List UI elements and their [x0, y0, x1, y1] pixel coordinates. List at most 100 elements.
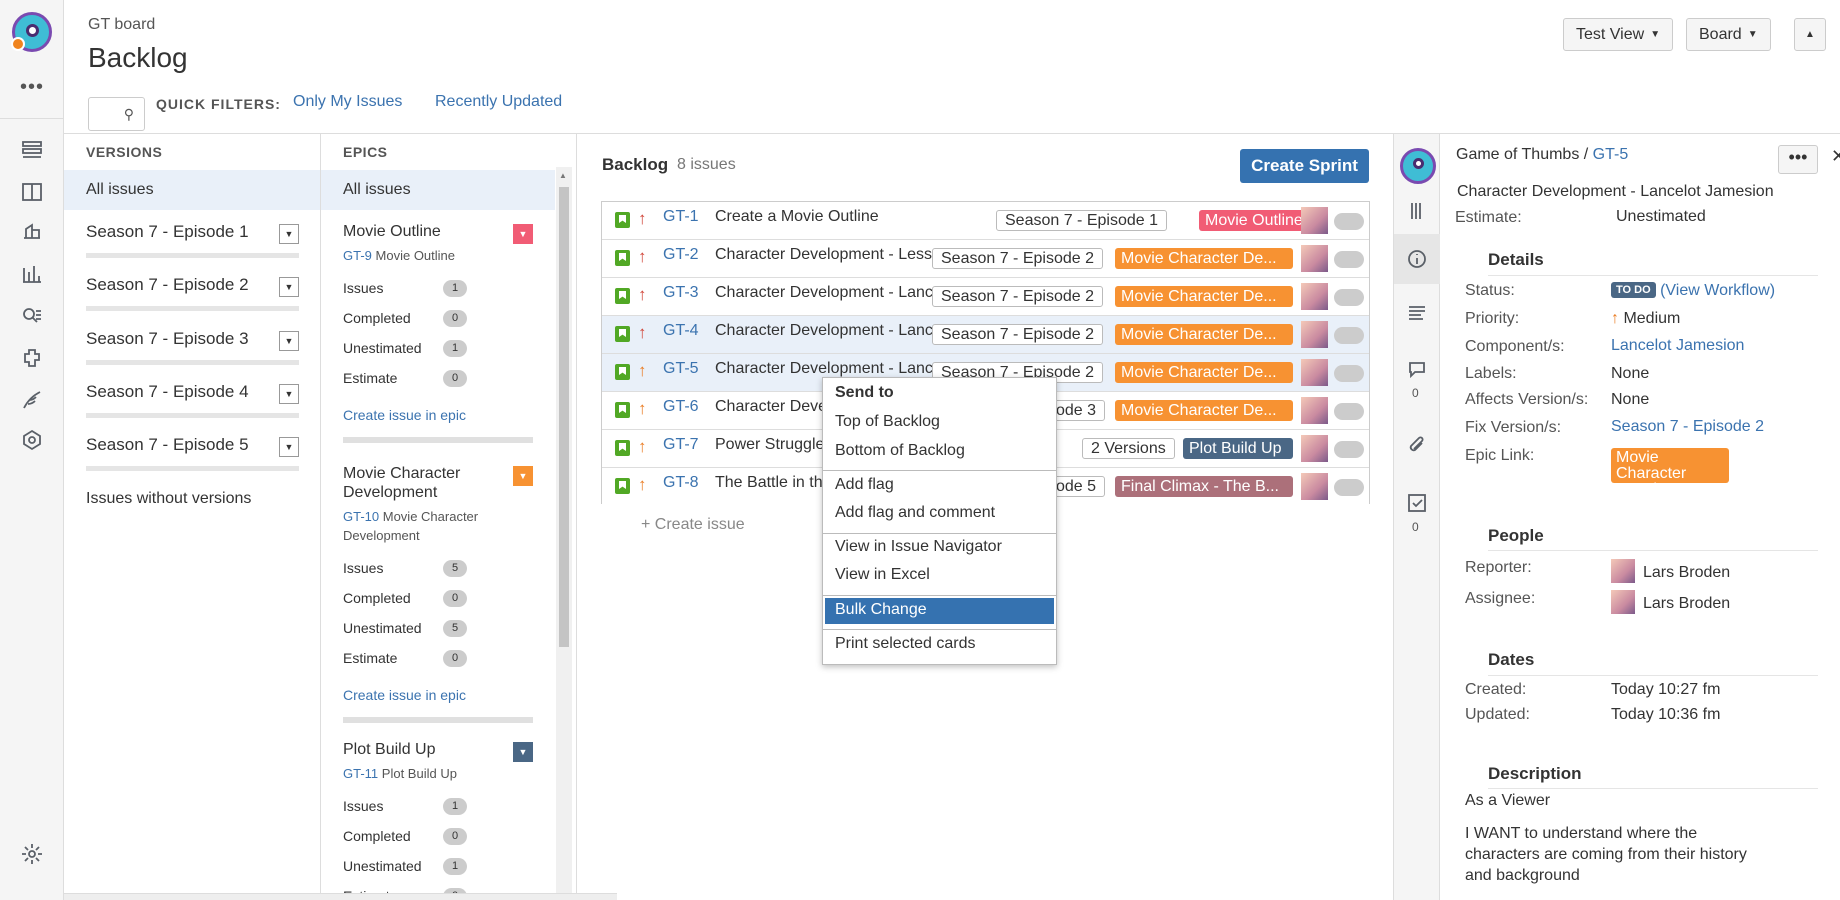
assignee-value[interactable]: Lars Broden	[1611, 590, 1730, 614]
gear-icon[interactable]	[18, 840, 46, 868]
view-switcher-button[interactable]: Test View ▼	[1563, 18, 1674, 51]
epics-all-issues[interactable]: All issues	[321, 170, 555, 210]
estimate-toggle[interactable]	[1334, 251, 1364, 268]
issue-key[interactable]: GT-7	[663, 436, 699, 454]
chevron-down-icon[interactable]: ▼	[279, 331, 299, 351]
epic-item[interactable]: Movie Outline ▼ GT-9 Movie Outline Issue…	[343, 222, 533, 443]
create-issue-link[interactable]: + Create issue	[641, 516, 745, 534]
components-value[interactable]: Lancelot Jamesion	[1611, 337, 1744, 355]
issue-key[interactable]: GT-5	[663, 360, 699, 378]
add-ons-icon[interactable]	[18, 386, 46, 414]
estimate-toggle[interactable]	[1334, 213, 1364, 230]
reporter-value[interactable]: Lars Broden	[1611, 559, 1730, 583]
menu-item-print-selected-cards[interactable]: Print selected cards	[825, 632, 1054, 658]
collapse-header-button[interactable]: ▲	[1794, 18, 1826, 51]
breadcrumb-project[interactable]: Game of Thumbs /	[1456, 146, 1588, 163]
estimate-toggle[interactable]	[1334, 365, 1364, 382]
subtasks-icon[interactable]	[1406, 492, 1428, 514]
attachment-icon[interactable]	[1406, 434, 1428, 456]
create-sprint-button[interactable]: Create Sprint	[1240, 149, 1369, 183]
horizontal-scrollbar[interactable]	[64, 893, 617, 900]
menu-item-add-flag-and-comment[interactable]: Add flag and comment	[825, 501, 1054, 527]
versions-all-issues[interactable]: All issues	[64, 170, 320, 210]
status-badge[interactable]: TO DO	[1611, 282, 1656, 298]
backlog-icon[interactable]	[18, 136, 46, 164]
estimate-value[interactable]: Unestimated	[1616, 208, 1706, 226]
view-workflow-link[interactable]: (View Workflow)	[1660, 282, 1775, 299]
project-settings-icon[interactable]	[18, 426, 46, 454]
estimate-toggle[interactable]	[1334, 403, 1364, 420]
chevron-down-icon[interactable]: ▼	[513, 742, 533, 762]
estimate-toggle[interactable]	[1334, 441, 1364, 458]
info-icon[interactable]	[1406, 248, 1428, 270]
comment-icon[interactable]	[1406, 358, 1428, 380]
affects-versions-value[interactable]: None	[1611, 391, 1649, 409]
issue-key[interactable]: GT-8	[663, 474, 699, 492]
issue-key[interactable]: GT-2	[663, 246, 699, 264]
epic-key-link[interactable]: GT-11	[343, 766, 378, 781]
issues-without-versions[interactable]: Issues without versions	[86, 490, 251, 508]
version-item[interactable]: Season 7 - Episode 2 ▼	[86, 275, 299, 327]
chevron-down-icon[interactable]: ▼	[279, 384, 299, 404]
issue-key[interactable]: GT-6	[663, 398, 699, 416]
scrollbar-thumb[interactable]	[559, 187, 569, 647]
updated-value: Today 10:36 fm	[1611, 706, 1721, 723]
breadcrumb-issue-key[interactable]: GT-5	[1593, 146, 1629, 163]
close-icon[interactable]: ✕	[1831, 146, 1840, 167]
epic-item[interactable]: Plot Build Up ▼ GT-11 Plot Build Up Issu…	[343, 740, 533, 900]
version-item[interactable]: Season 7 - Episode 4 ▼	[86, 382, 299, 434]
issue-key[interactable]: GT-1	[663, 208, 699, 226]
estimate-toggle[interactable]	[1334, 289, 1364, 306]
version-item[interactable]: Season 7 - Episode 5 ▼	[86, 435, 299, 487]
more-icon[interactable]: •••	[20, 76, 44, 99]
version-item[interactable]: Season 7 - Episode 3 ▼	[86, 329, 299, 381]
board-menu-button[interactable]: Board ▼	[1686, 18, 1771, 51]
menu-item-bulk-change[interactable]: Bulk Change	[825, 598, 1054, 624]
chevron-down-icon[interactable]: ▼	[279, 224, 299, 244]
issue-row[interactable]: ↑ GT-1 Create a Movie Outline Season 7 -…	[602, 202, 1369, 240]
epics-scrollbar[interactable]: ▲	[556, 167, 572, 900]
issue-key[interactable]: GT-4	[663, 322, 699, 340]
search-input[interactable]: ⚲	[88, 97, 145, 131]
description-text[interactable]: As a Viewer I WANT to understand where t…	[1465, 790, 1795, 886]
epic-item[interactable]: Movie Character Development ▼ GT-10 Movi…	[343, 464, 533, 723]
issue-title[interactable]: Character Development - Lancelot Jamesio…	[1457, 183, 1774, 201]
filter-recently-updated[interactable]: Recently Updated	[435, 93, 562, 111]
menu-item-view-in-excel[interactable]: View in Excel	[825, 563, 1054, 589]
project-name[interactable]: GT board	[88, 16, 155, 34]
estimate-toggle[interactable]	[1334, 327, 1364, 344]
issue-row[interactable]: ↑ GT-2 Character Development - Less Seas…	[602, 240, 1369, 278]
create-issue-in-epic-link[interactable]: Create issue in epic	[343, 407, 533, 423]
scroll-up-icon[interactable]: ▲	[559, 171, 567, 180]
chevron-down-icon[interactable]: ▼	[279, 277, 299, 297]
chevron-down-icon[interactable]: ▼	[513, 466, 533, 486]
labels-value[interactable]: None	[1611, 365, 1649, 383]
reports-icon[interactable]	[18, 260, 46, 288]
chevron-down-icon[interactable]: ▼	[513, 224, 533, 244]
menu-item-view-in-issue-navigator[interactable]: View in Issue Navigator	[825, 535, 1054, 561]
version-item[interactable]: Season 7 - Episode 1 ▼	[86, 222, 299, 274]
epic-link-badge[interactable]: Movie Character Development	[1611, 448, 1729, 498]
user-avatar-logo[interactable]	[11, 12, 52, 52]
drag-handle-icon[interactable]	[1406, 200, 1428, 222]
create-issue-in-epic-link[interactable]: Create issue in epic	[343, 687, 533, 703]
issue-row[interactable]: ↑ GT-4 Character Development - Lanc Seas…	[602, 316, 1369, 354]
filter-only-my-issues[interactable]: Only My Issues	[293, 93, 402, 111]
more-actions-button[interactable]: •••	[1778, 145, 1818, 174]
priority-value[interactable]: ↑ Medium	[1611, 310, 1680, 328]
estimate-toggle[interactable]	[1334, 479, 1364, 496]
board-icon[interactable]	[18, 178, 46, 206]
menu-item-top-of-backlog[interactable]: Top of Backlog	[825, 410, 1054, 436]
description-icon[interactable]	[1406, 302, 1428, 324]
issue-key[interactable]: GT-3	[663, 284, 699, 302]
menu-item-bottom-of-backlog[interactable]: Bottom of Backlog	[825, 439, 1054, 465]
releases-icon[interactable]	[18, 218, 46, 246]
chevron-down-icon[interactable]: ▼	[279, 437, 299, 457]
issues-search-icon[interactable]	[18, 302, 46, 330]
components-icon[interactable]	[18, 344, 46, 372]
epic-key-link[interactable]: GT-10	[343, 509, 379, 524]
issue-row[interactable]: ↑ GT-3 Character Development - Lanc Seas…	[602, 278, 1369, 316]
fix-versions-value[interactable]: Season 7 - Episode 2	[1611, 418, 1764, 436]
menu-item-add-flag[interactable]: Add flag	[825, 473, 1054, 499]
epic-key-link[interactable]: GT-9	[343, 248, 372, 263]
